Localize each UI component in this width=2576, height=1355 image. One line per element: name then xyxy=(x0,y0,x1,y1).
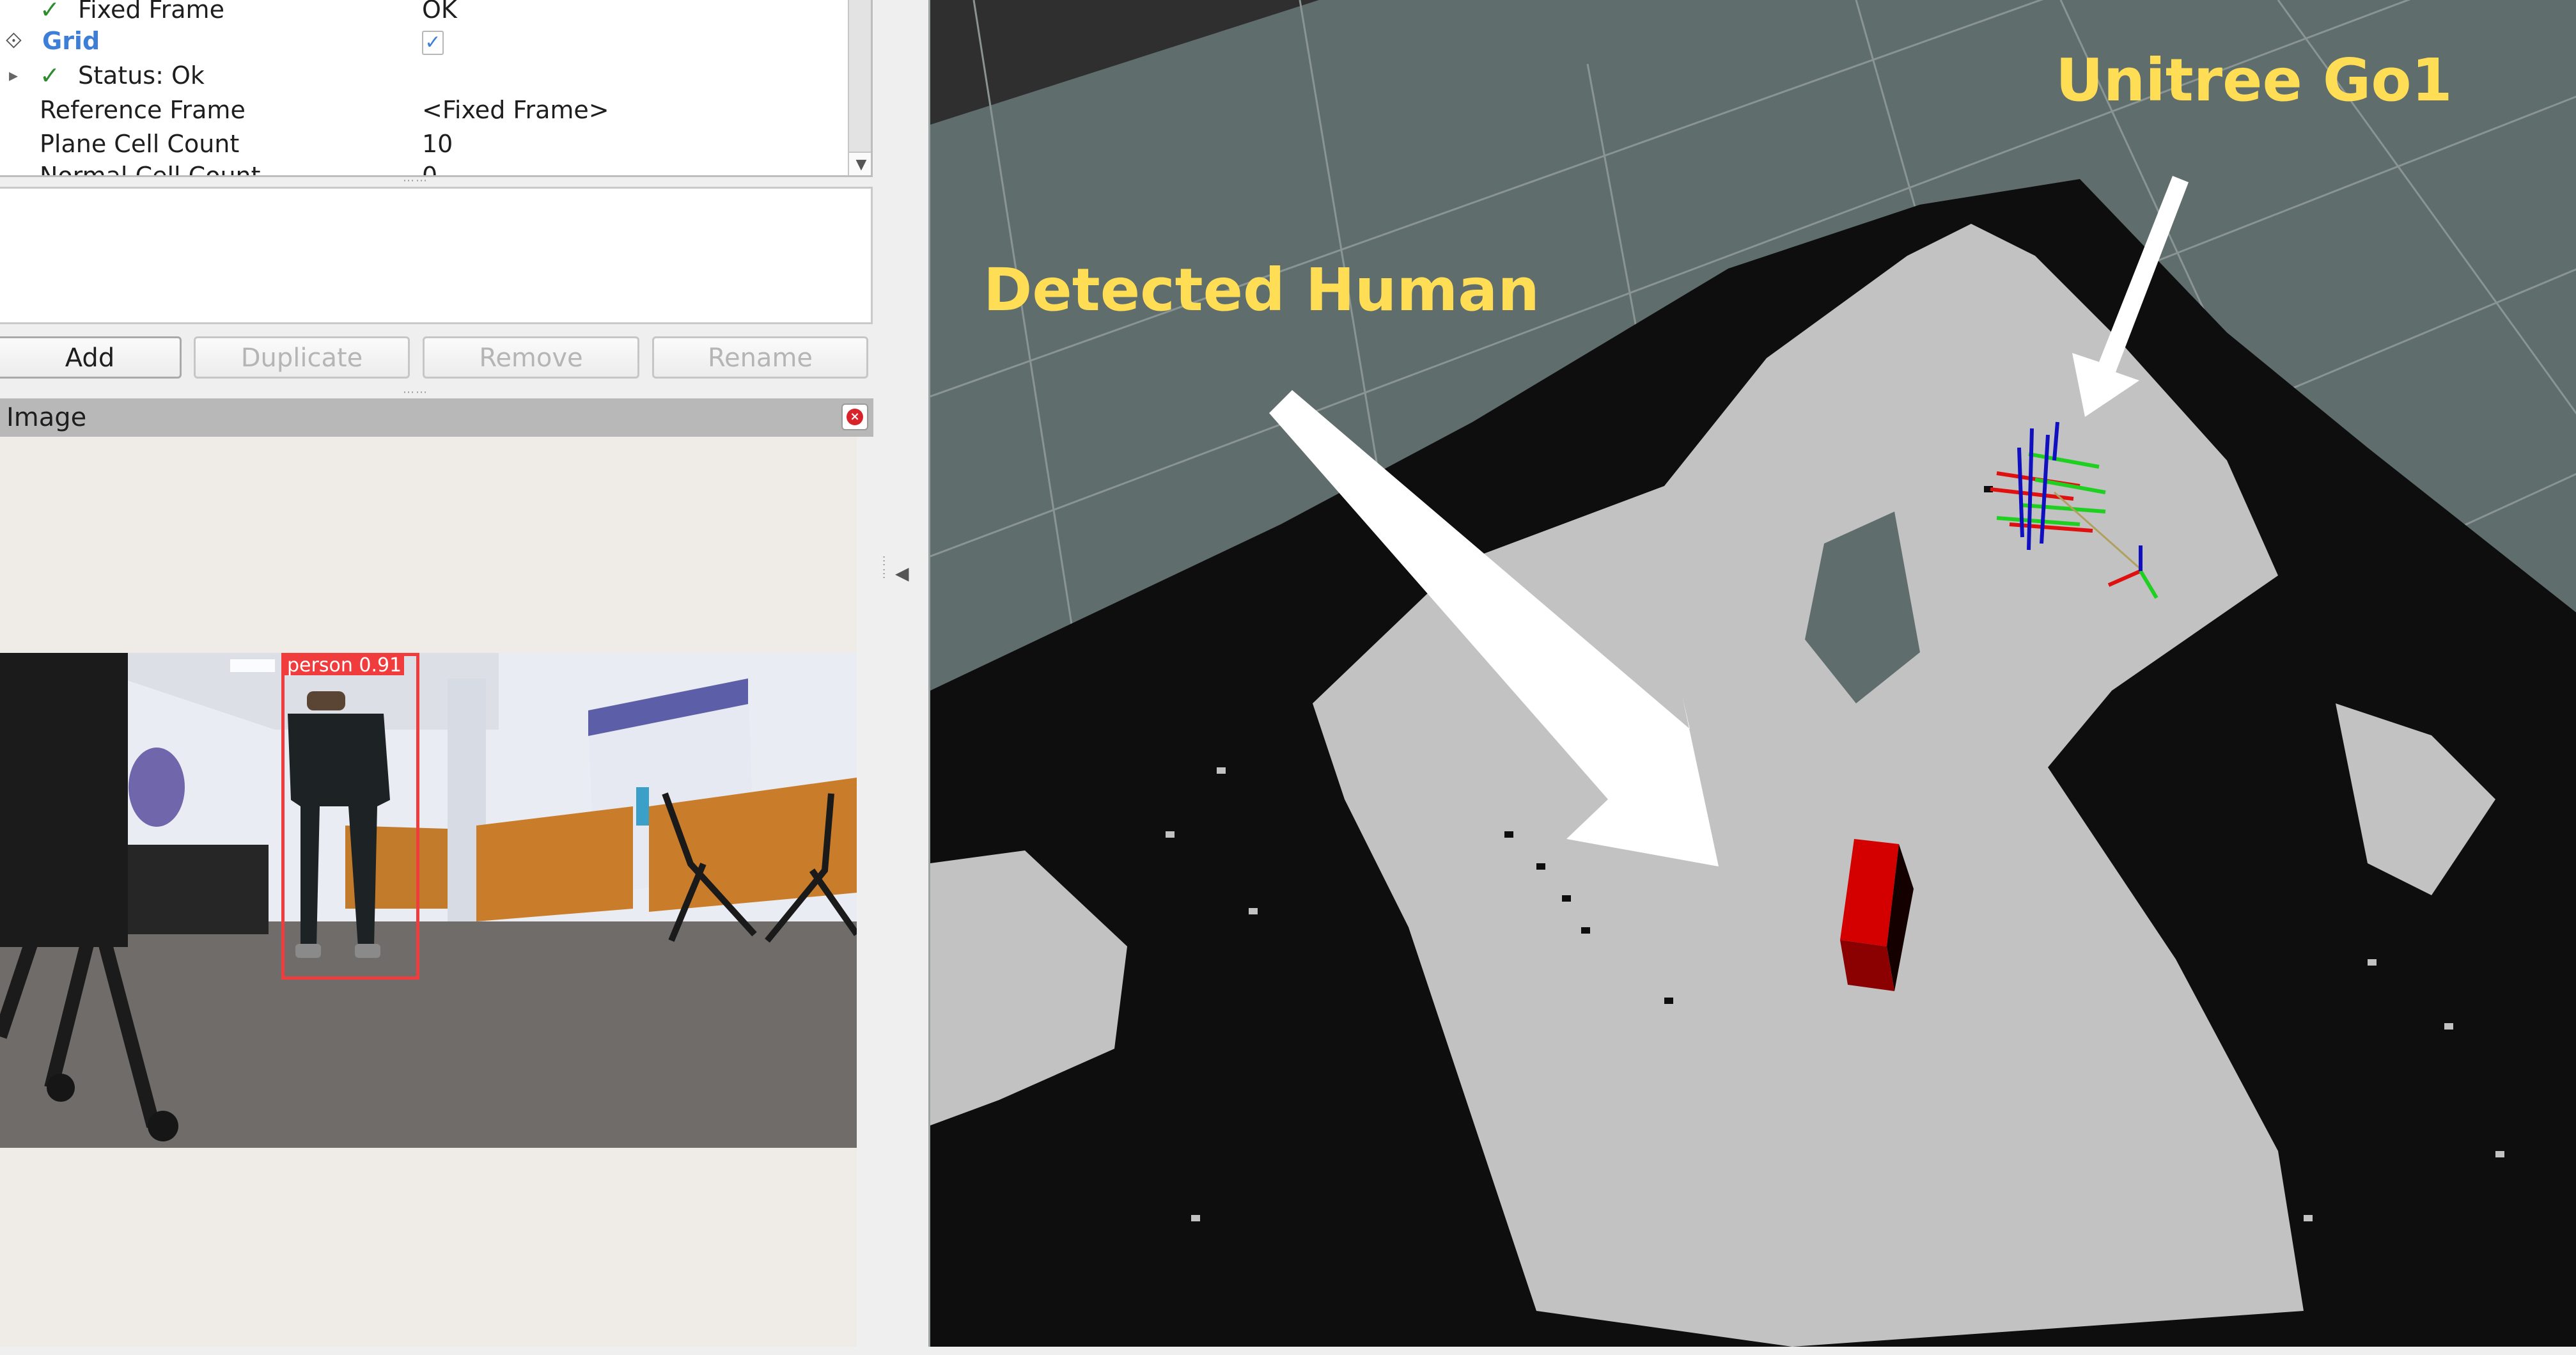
desk xyxy=(476,806,633,921)
chair-row xyxy=(115,845,269,934)
tree-row-reference-frame[interactable]: Reference Frame <Fixed Frame> xyxy=(0,93,848,127)
close-panel-button[interactable]: × xyxy=(841,403,868,430)
tree-scrollbar[interactable]: ▼ xyxy=(848,0,871,175)
robot-annotation: Unitree Go1 xyxy=(2056,46,2453,114)
add-button[interactable]: Add xyxy=(0,336,182,379)
detection-label: person 0.91 xyxy=(285,656,405,675)
map-render xyxy=(930,0,2576,1347)
tree-row-fixed-frame[interactable]: ✓ Fixed Frame OK xyxy=(0,0,848,27)
check-icon: ✓ xyxy=(40,0,60,24)
tree-row-label: Fixed Frame xyxy=(78,0,224,24)
tree-row-label: Grid xyxy=(42,27,100,55)
detected-human-annotation: Detected Human xyxy=(983,256,1540,324)
splitter-handle[interactable]: ⋯⋯ xyxy=(403,174,428,187)
tree-row-value: OK xyxy=(422,0,457,24)
duplicate-button[interactable]: Duplicate xyxy=(194,336,410,379)
background-band xyxy=(930,0,1319,125)
scroll-down-icon[interactable]: ▼ xyxy=(849,152,871,175)
wall-logo xyxy=(129,748,185,827)
tree-row-label: Reference Frame xyxy=(40,96,246,124)
tree-row-label: Plane Cell Count xyxy=(40,130,240,158)
3d-view[interactable]: Detected Human Unitree Go1 xyxy=(928,0,2576,1347)
poster-graphic xyxy=(636,787,649,826)
grid-enabled-checkbox[interactable]: ✓ xyxy=(422,24,444,58)
tree-row-status[interactable]: ▸ ✓ Status: Ok xyxy=(0,58,848,93)
vertical-splitter-handle[interactable]: ⋯⋯ xyxy=(877,555,891,581)
tree-row-label: Status: Ok xyxy=(78,61,205,90)
chair-wheel xyxy=(47,1074,75,1102)
plane-cell-count-value[interactable]: 10 xyxy=(422,127,453,161)
grid-icon: ⟐ xyxy=(5,28,22,54)
ceiling-light xyxy=(230,659,275,672)
splitter-handle[interactable]: ⋯⋯ xyxy=(403,386,428,399)
reference-frame-value[interactable]: <Fixed Frame> xyxy=(422,93,609,127)
camera-image: person 0.91 xyxy=(0,653,857,1148)
image-panel-title: Image xyxy=(6,403,87,432)
expand-arrow-icon[interactable]: ▸ xyxy=(9,58,18,93)
remove-button[interactable]: Remove xyxy=(423,336,639,379)
tree-row-plane-cell-count[interactable]: Plane Cell Count 10 xyxy=(0,127,848,161)
foreground-chair xyxy=(0,653,128,947)
checkbox-check-icon: ✓ xyxy=(422,30,444,55)
tree-row-label: Normal Cell Count xyxy=(40,162,261,177)
check-icon: ✓ xyxy=(40,61,60,90)
chair-wheel xyxy=(148,1111,178,1141)
description-box xyxy=(0,187,873,324)
image-panel-header: Image × xyxy=(0,398,873,437)
tree-row-grid[interactable]: ⟐ Grid ✓ xyxy=(0,24,848,58)
displays-tree[interactable]: ✓ Fixed Frame OK ⟐ Grid ✓ ▸ ✓ Status: Ok… xyxy=(0,0,873,177)
collapse-panel-icon[interactable]: ◀ xyxy=(895,563,909,584)
close-icon: × xyxy=(847,409,863,425)
camera-scene xyxy=(0,653,857,1148)
rename-button[interactable]: Rename xyxy=(652,336,868,379)
detection-bounding-box: person 0.91 xyxy=(281,653,419,980)
